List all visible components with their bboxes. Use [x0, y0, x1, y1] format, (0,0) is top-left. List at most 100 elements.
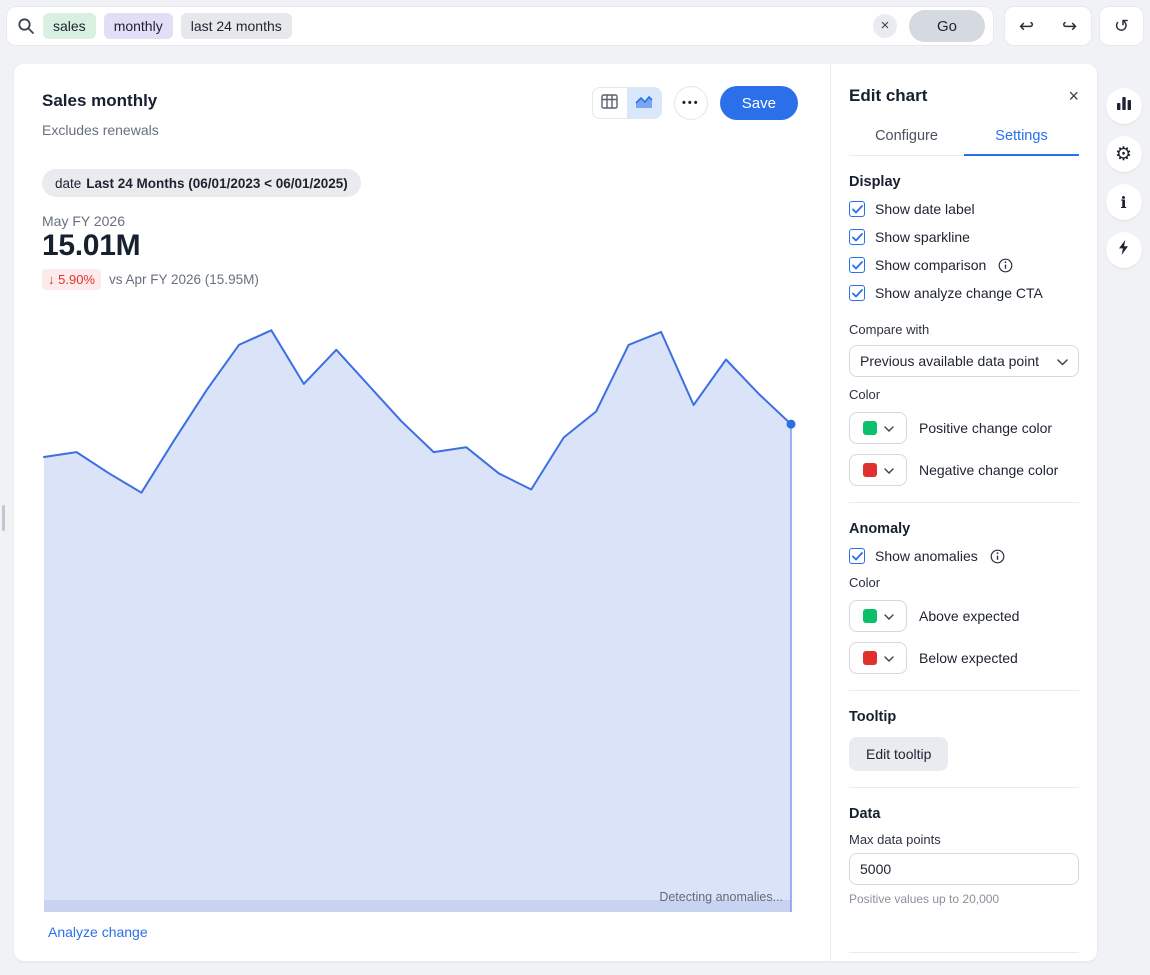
- tooltip-section-heading: Tooltip: [849, 709, 1079, 725]
- search-token-sales[interactable]: sales: [43, 13, 96, 39]
- tab-configure[interactable]: Configure: [849, 120, 964, 155]
- table-view-button[interactable]: [593, 88, 627, 118]
- negative-color-row: Negative change color: [849, 454, 1079, 486]
- insights-button[interactable]: [1106, 232, 1142, 268]
- change-badge: ↓ 5.90%: [42, 269, 101, 290]
- compare-with-label: Compare with: [849, 322, 1079, 337]
- search-token-last-24-months[interactable]: last 24 months: [181, 13, 292, 39]
- sales-area-chart[interactable]: Detecting anomalies...: [44, 314, 791, 912]
- lightning-icon: [1117, 239, 1130, 262]
- kpi-value: 15.01M: [42, 229, 140, 263]
- below-expected-label: Below expected: [919, 650, 1018, 666]
- card-toolbar: ••• Save: [592, 86, 798, 120]
- panel-title: Edit chart: [849, 86, 927, 106]
- reset-group: ↺: [1099, 6, 1144, 46]
- date-filter-pill[interactable]: date Last 24 Months (06/01/2023 < 06/01/…: [42, 169, 361, 197]
- checkbox-checked-icon: [849, 257, 865, 273]
- below-expected-color-picker[interactable]: [849, 642, 907, 674]
- checkbox-label: Show date label: [875, 201, 975, 217]
- close-icon: ×: [881, 15, 890, 37]
- max-data-points-helper: Positive values up to 20,000: [849, 892, 1079, 906]
- negative-color-label: Negative change color: [919, 462, 1058, 478]
- anomaly-color-label: Color: [849, 575, 1079, 590]
- view-switcher: [592, 87, 662, 119]
- checkbox-label: Show anomalies: [875, 548, 978, 564]
- green-swatch: [863, 421, 877, 435]
- compare-with-dropdown[interactable]: Previous available data point: [849, 345, 1079, 377]
- page-title: Sales monthly: [42, 91, 157, 111]
- above-expected-color-picker[interactable]: [849, 600, 907, 632]
- undo-arrow-icon: ↩: [1019, 16, 1034, 36]
- save-button[interactable]: Save: [720, 86, 798, 120]
- settings-button[interactable]: ⚙: [1106, 136, 1142, 172]
- chevron-down-icon: [884, 419, 894, 437]
- left-panel-resize-handle[interactable]: [2, 505, 5, 531]
- checkbox-show-anomalies[interactable]: Show anomalies: [849, 547, 1079, 565]
- red-swatch: [863, 463, 877, 477]
- change-percent: 5.90%: [58, 272, 95, 287]
- search-bar[interactable]: sales monthly last 24 months × Go: [6, 6, 994, 46]
- checkbox-checked-icon: [849, 285, 865, 301]
- analyze-change-link[interactable]: Analyze change: [48, 924, 148, 940]
- positive-color-label: Positive change color: [919, 420, 1052, 436]
- gear-icon: ⚙: [1115, 143, 1132, 166]
- redo-arrow-icon: ↪: [1062, 16, 1077, 36]
- panel-tabs: Configure Settings: [849, 120, 1079, 156]
- edit-chart-panel: Edit chart × Configure Settings Display …: [830, 64, 1097, 961]
- info-icon[interactable]: [990, 549, 1005, 564]
- section-divider: [849, 787, 1079, 788]
- reset-button[interactable]: ↺: [1110, 13, 1133, 39]
- checkbox-show-sparkline[interactable]: Show sparkline: [849, 228, 1079, 246]
- chart-view-button[interactable]: [627, 88, 661, 118]
- right-icon-rail: ⚙ i: [1097, 64, 1150, 961]
- bar-chart-icon: [1116, 95, 1132, 117]
- positive-color-picker[interactable]: [849, 412, 907, 444]
- search-token-monthly[interactable]: monthly: [104, 13, 173, 39]
- go-button[interactable]: Go: [909, 10, 985, 42]
- checkbox-label: Show comparison: [875, 257, 986, 273]
- down-arrow-icon: ↓: [48, 272, 55, 287]
- anomaly-section-heading: Anomaly: [849, 521, 1079, 537]
- info-button[interactable]: i: [1106, 184, 1142, 220]
- above-expected-label: Above expected: [919, 608, 1019, 624]
- comparison-text: vs Apr FY 2026 (15.95M): [109, 272, 259, 287]
- sales-area-chart-svg: [44, 314, 791, 912]
- chart-options-button[interactable]: [1106, 88, 1142, 124]
- checkbox-show-date-label[interactable]: Show date label: [849, 200, 1079, 218]
- chart-section: Sales monthly Excludes renewals ••• Save: [14, 64, 830, 961]
- info-icon[interactable]: [998, 258, 1013, 273]
- card-subtitle: Excludes renewals: [42, 122, 159, 138]
- close-panel-button[interactable]: ×: [1068, 87, 1079, 105]
- red-swatch: [863, 651, 877, 665]
- clear-search-button[interactable]: ×: [873, 14, 897, 38]
- chevron-down-icon: [1057, 353, 1068, 369]
- kpi-change-row: ↓ 5.90% vs Apr FY 2026 (15.95M): [42, 269, 259, 290]
- negative-color-picker[interactable]: [849, 454, 907, 486]
- section-divider: [849, 952, 1079, 953]
- data-section-heading: Data: [849, 806, 1079, 822]
- checkbox-checked-icon: [849, 229, 865, 245]
- filter-value: Last 24 Months (06/01/2023 < 06/01/2025): [86, 176, 348, 191]
- checkbox-label: Show sparkline: [875, 229, 970, 245]
- checkbox-label: Show analyze change CTA: [875, 285, 1043, 301]
- edit-tooltip-button[interactable]: Edit tooltip: [849, 737, 948, 771]
- info-icon: i: [1120, 193, 1126, 212]
- green-swatch: [863, 609, 877, 623]
- more-menu-button[interactable]: •••: [674, 86, 708, 120]
- undo-button[interactable]: ↩: [1015, 13, 1038, 39]
- below-expected-color-row: Below expected: [849, 642, 1079, 674]
- close-icon: ×: [1068, 86, 1079, 106]
- max-data-points-input[interactable]: [849, 853, 1079, 885]
- kpi-period-label: May FY 2026: [42, 213, 125, 229]
- checkbox-show-analyze-change-cta[interactable]: Show analyze change CTA: [849, 284, 1079, 302]
- checkbox-show-comparison[interactable]: Show comparison: [849, 256, 1079, 274]
- chevron-down-icon: [884, 649, 894, 667]
- search-icon: [17, 17, 35, 35]
- redo-button[interactable]: ↪: [1058, 13, 1081, 39]
- checkbox-checked-icon: [849, 201, 865, 217]
- history-nav-group: ↩ ↪: [1004, 6, 1092, 46]
- tab-settings[interactable]: Settings: [964, 120, 1079, 156]
- above-expected-color-row: Above expected: [849, 600, 1079, 632]
- section-divider: [849, 502, 1079, 503]
- panel-header: Edit chart ×: [849, 86, 1079, 106]
